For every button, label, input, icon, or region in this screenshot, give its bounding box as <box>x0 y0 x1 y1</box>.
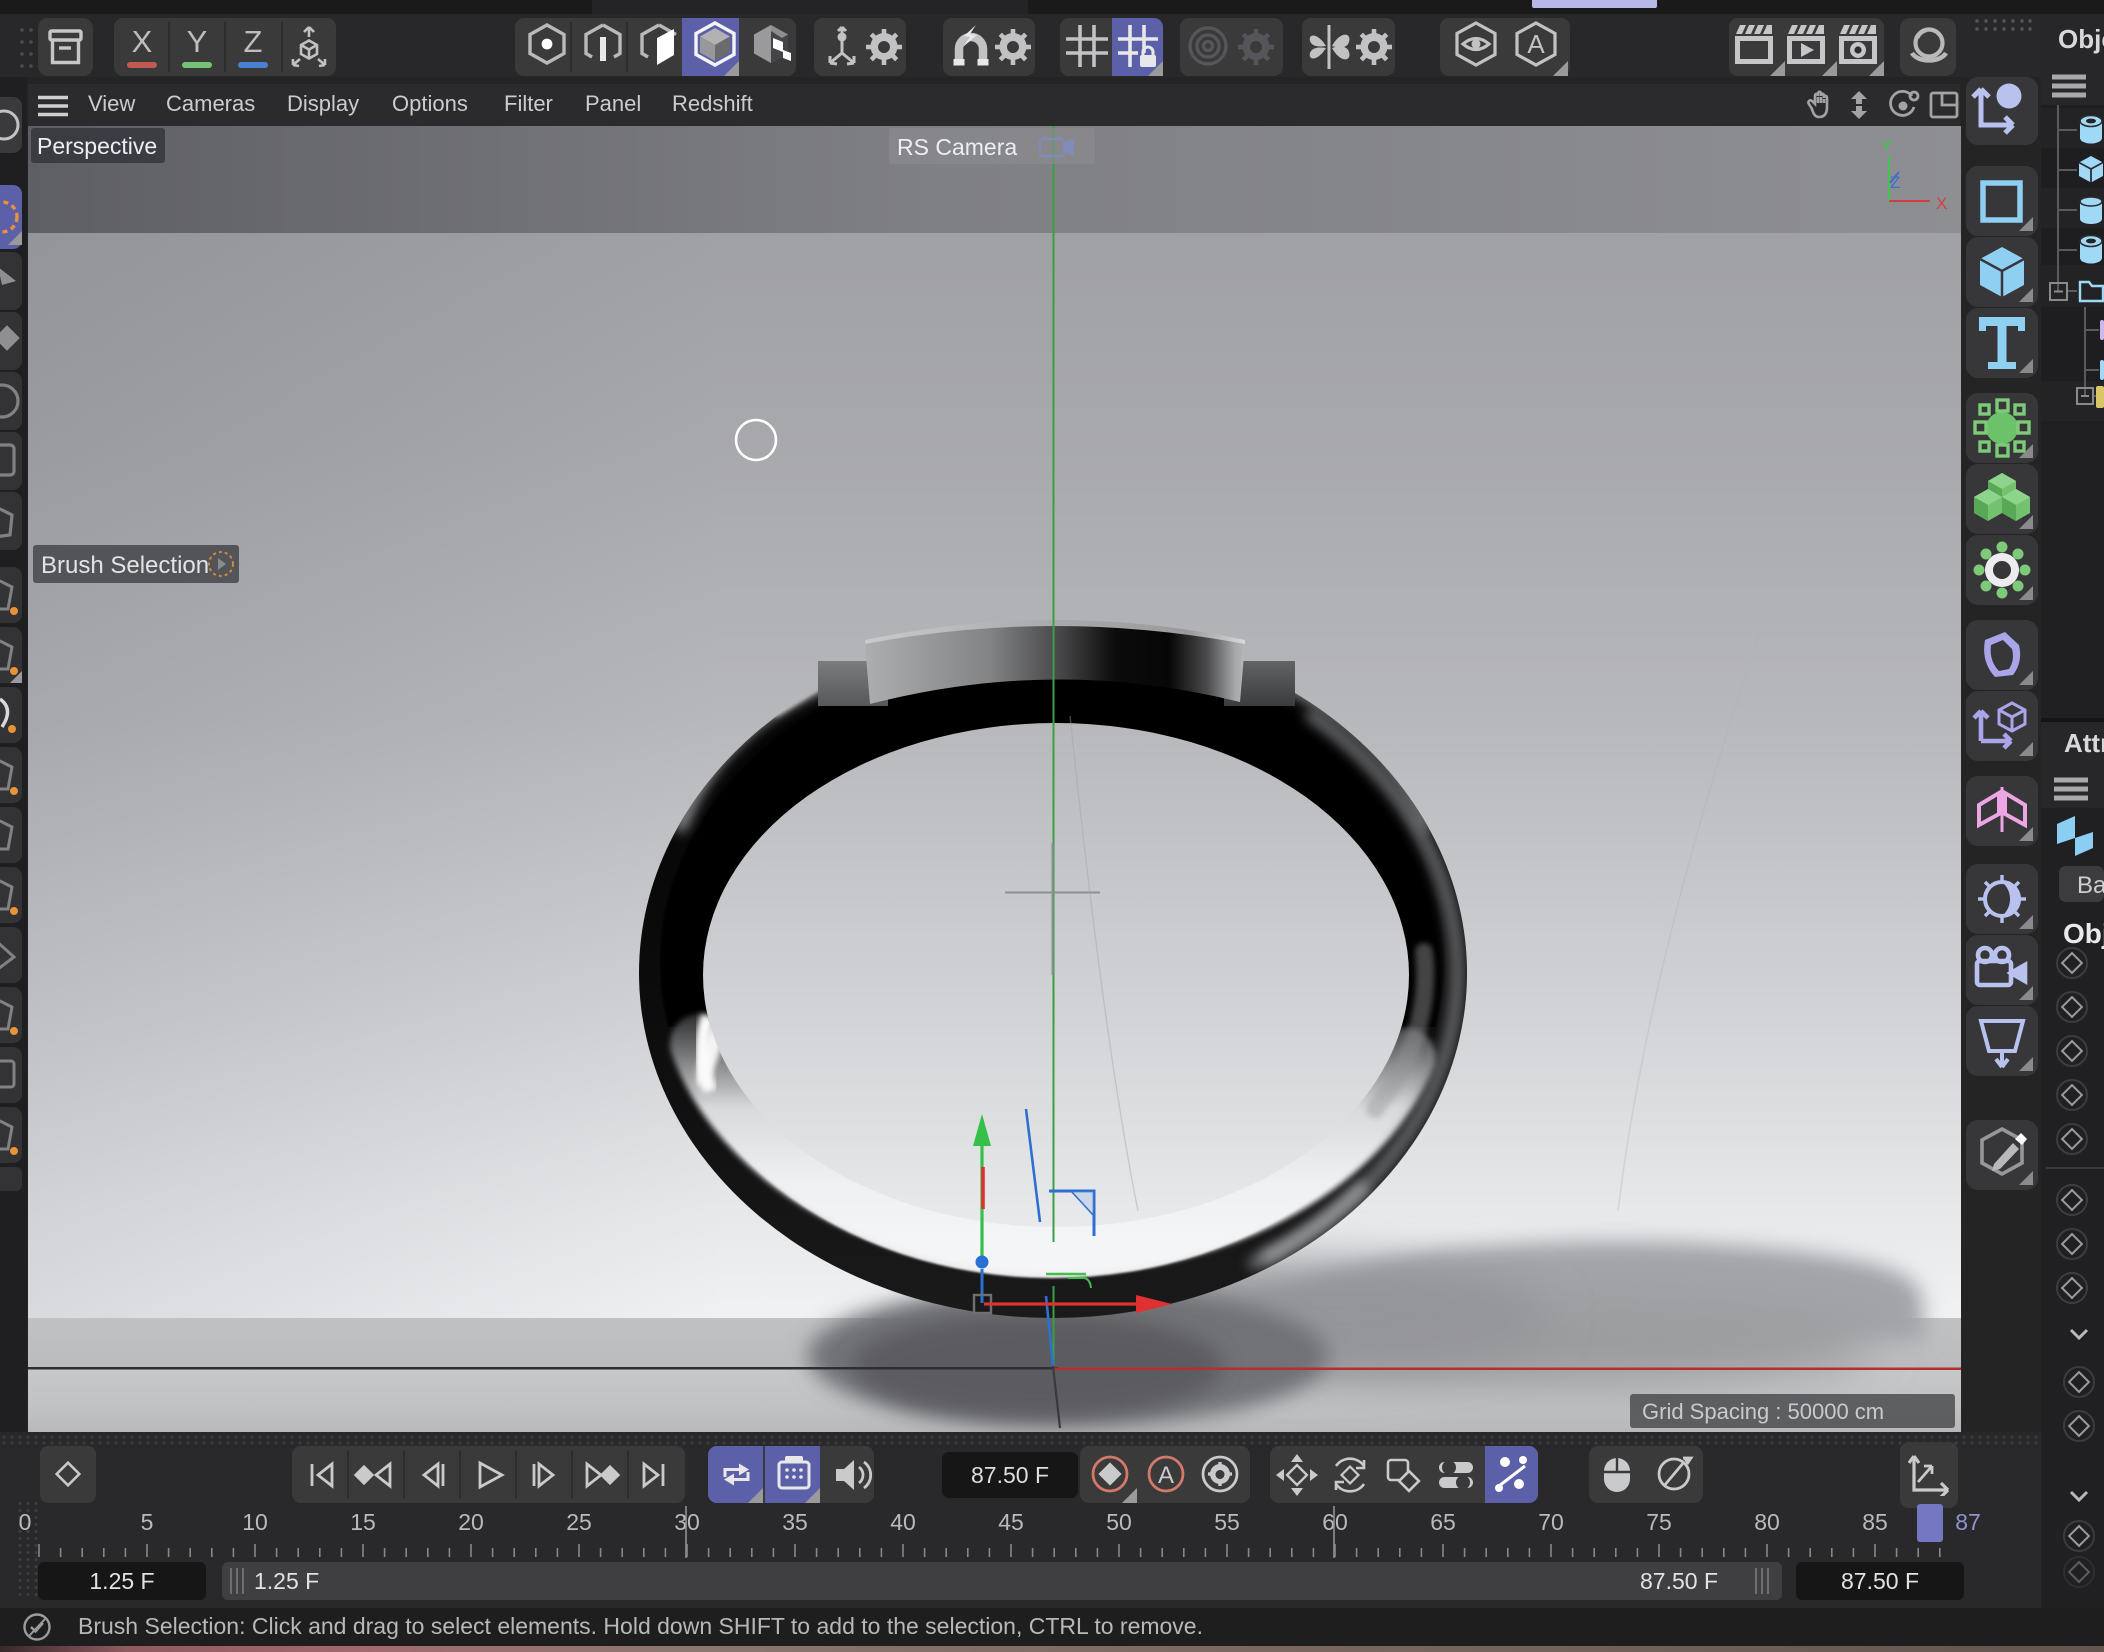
svg-text:75: 75 <box>1646 1509 1672 1535</box>
svg-text:45: 45 <box>998 1509 1024 1535</box>
svg-text:50: 50 <box>1106 1509 1132 1535</box>
svg-text:Grid Spacing : 50000 cm: Grid Spacing : 50000 cm <box>1642 1399 1884 1424</box>
svg-text:A: A <box>1158 1462 1174 1489</box>
svg-text:A: A <box>1527 29 1545 59</box>
svg-text:35: 35 <box>782 1509 808 1535</box>
svg-text:30: 30 <box>674 1509 700 1535</box>
svg-text:5: 5 <box>141 1509 154 1535</box>
svg-text:55: 55 <box>1214 1509 1240 1535</box>
svg-text:70: 70 <box>1538 1509 1564 1535</box>
svg-text:0: 0 <box>19 1509 32 1535</box>
svg-text:Obje: Obje <box>2063 918 2104 949</box>
svg-text:40: 40 <box>890 1509 916 1535</box>
svg-text:10: 10 <box>242 1509 268 1535</box>
svg-text:65: 65 <box>1430 1509 1456 1535</box>
svg-text:87: 87 <box>1955 1509 1981 1535</box>
svg-text:Ba: Ba <box>2077 872 2104 899</box>
svg-text:15: 15 <box>350 1509 376 1535</box>
svg-text:Y: Y <box>1881 136 1892 155</box>
svg-text:Brush Selection: Brush Selection <box>41 552 209 579</box>
svg-text:60: 60 <box>1322 1509 1348 1535</box>
svg-text:20: 20 <box>458 1509 484 1535</box>
svg-text:85: 85 <box>1862 1509 1888 1535</box>
svg-text:X: X <box>1936 194 1947 213</box>
svg-text:Perspective: Perspective <box>37 133 157 159</box>
svg-text:80: 80 <box>1754 1509 1780 1535</box>
svg-text:25: 25 <box>566 1509 592 1535</box>
svg-text:RS Camera: RS Camera <box>897 134 1017 160</box>
